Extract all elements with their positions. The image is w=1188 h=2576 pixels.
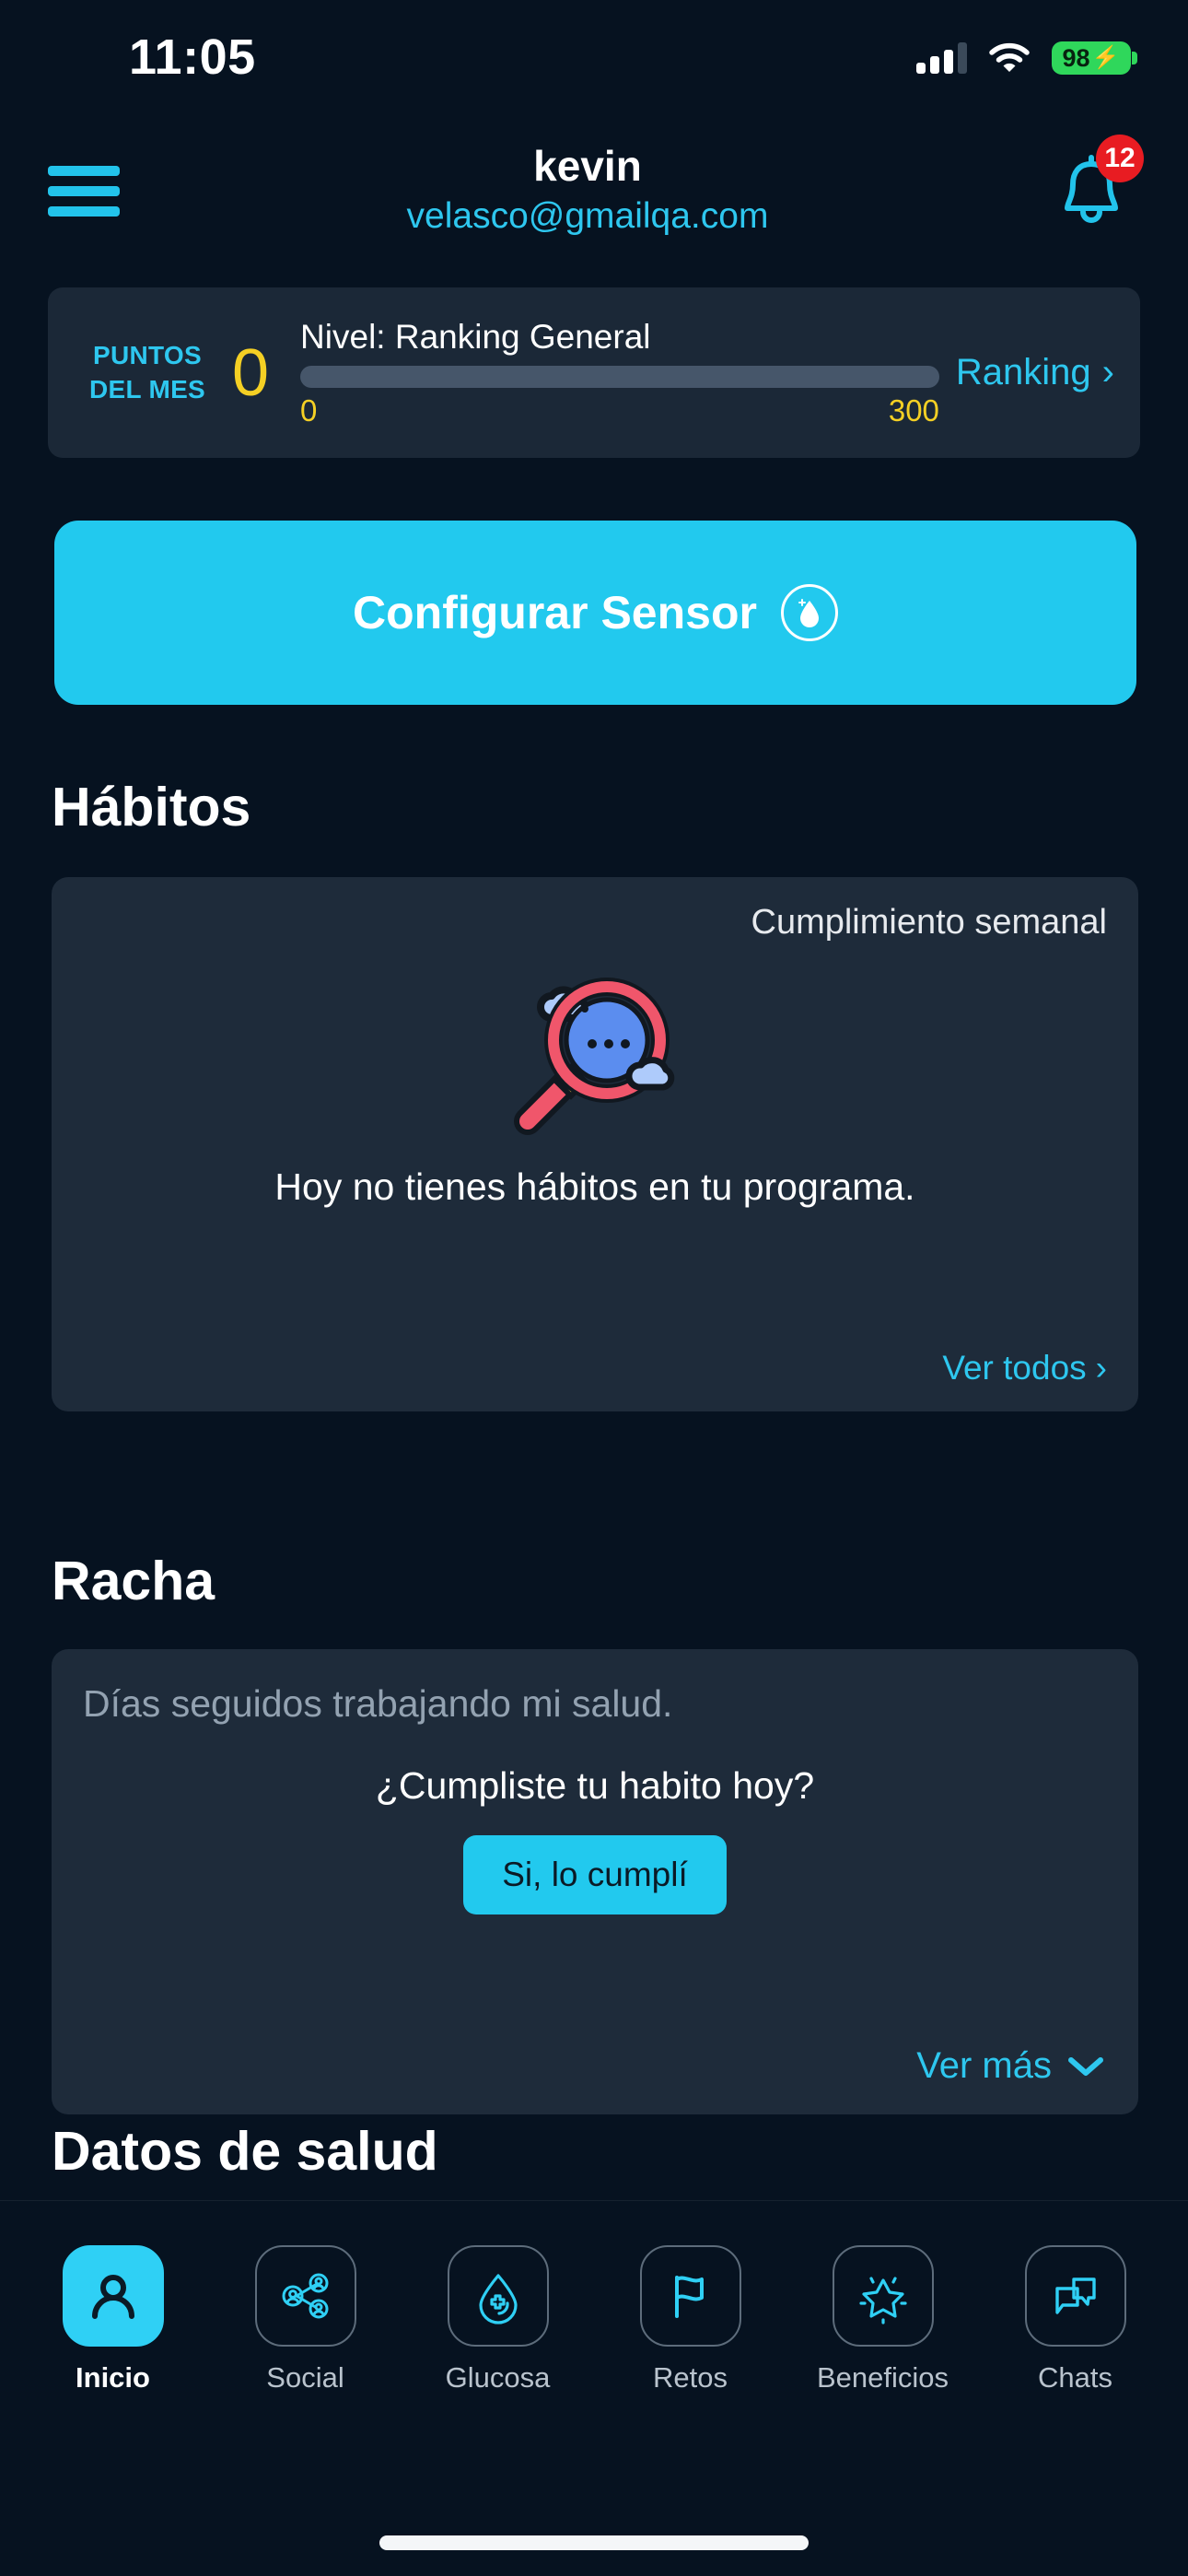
nav-label-inicio: Inicio — [76, 2361, 150, 2394]
notification-count-badge: 12 — [1096, 135, 1144, 182]
chevron-right-icon: › — [1095, 1349, 1107, 1387]
nav-label-chats: Chats — [1038, 2361, 1112, 2394]
sparkle-star-icon — [832, 2245, 934, 2347]
nav-item-beneficios[interactable]: Beneficios — [796, 2245, 971, 2395]
configure-sensor-button[interactable]: Configurar Sensor — [54, 521, 1136, 705]
expand-streak-label: Ver más — [916, 2045, 1052, 2086]
status-bar-indicators: 98 ⚡ — [916, 41, 1137, 75]
view-all-habits-label: Ver todos — [942, 1349, 1087, 1387]
health-data-section-clipped: Datos de salud — [0, 2124, 1188, 2205]
status-bar: 11:05 98 ⚡ — [0, 0, 1188, 101]
cellular-signal-icon — [916, 42, 967, 74]
configure-sensor-label: Configurar Sensor — [353, 587, 757, 638]
confirm-habit-button[interactable]: Si, lo cumplí — [463, 1835, 727, 1914]
points-label-line2: DEL MES — [88, 374, 206, 404]
level-label: Nivel: Ranking General — [300, 317, 651, 356]
nav-label-beneficios: Beneficios — [816, 2361, 949, 2394]
chat-bubbles-icon — [1024, 2245, 1126, 2347]
expand-streak-link[interactable]: Ver más — [916, 2045, 1105, 2087]
nav-label-glucosa: Glucosa — [445, 2361, 551, 2394]
chevron-down-icon — [1068, 2056, 1103, 2076]
bottom-navigation-bar: Inicio Social Glucosa Retos Beneficios C… — [0, 2200, 1188, 2576]
progress-max-value: 300 — [888, 392, 939, 427]
streak-section-title: Racha — [52, 1551, 215, 1611]
points-label-line1: PUNTOS — [93, 341, 202, 370]
nav-label-retos: Retos — [653, 2361, 728, 2394]
nav-item-inicio[interactable]: Inicio — [26, 2245, 201, 2395]
streak-question: ¿Cumpliste tu habito hoy? — [375, 1764, 815, 1807]
app-screen: 11:05 98 ⚡ kevin velasco@gmailqa.com 12 … — [0, 0, 1188, 2576]
user-name: kevin — [533, 142, 642, 190]
health-data-section-title: Datos de salud — [52, 2124, 438, 2182]
droplet-circle-icon — [780, 584, 838, 641]
chevron-right-icon: › — [1101, 352, 1114, 392]
flag-icon — [639, 2245, 741, 2347]
level-progress-endpoints: 0 300 — [300, 393, 939, 428]
habits-card: Cumplimiento semanal Hoy no tienes hábit… — [52, 877, 1138, 1411]
bolt-icon: ⚡ — [1091, 45, 1120, 70]
level-progress-block: Nivel: Ranking General 0 300 — [300, 318, 956, 428]
streak-card: Días seguidos trabajando mi salud. ¿Cump… — [52, 1649, 1138, 2114]
battery-indicator: 98 ⚡ — [1052, 41, 1137, 75]
nav-item-chats[interactable]: Chats — [988, 2245, 1163, 2395]
habits-section-title: Hábitos — [52, 777, 251, 837]
hamburger-menu-icon[interactable] — [48, 129, 120, 217]
points-value: 0 — [232, 335, 270, 410]
user-email[interactable]: velasco@gmailqa.com — [120, 196, 1055, 237]
magnifying-glass-search-illustration — [83, 963, 1107, 1138]
app-header: kevin velasco@gmailqa.com 12 — [0, 129, 1188, 258]
nav-item-glucosa[interactable]: Glucosa — [411, 2245, 586, 2395]
droplet-cross-icon — [447, 2245, 549, 2347]
user-identity-block: kevin velasco@gmailqa.com — [120, 142, 1055, 237]
status-bar-time: 11:05 — [129, 29, 256, 85]
nav-item-retos[interactable]: Retos — [603, 2245, 778, 2395]
notifications-button[interactable]: 12 — [1055, 129, 1144, 235]
nav-label-social: Social — [266, 2361, 344, 2394]
progress-min-value: 0 — [300, 392, 318, 427]
level-progress-bar — [300, 365, 939, 388]
nav-item-social[interactable]: Social — [218, 2245, 393, 2395]
streak-subtitle: Días seguidos trabajando mi salud. — [83, 1682, 673, 1725]
battery-level: 98 — [1062, 43, 1090, 72]
home-indicator — [379, 2535, 809, 2550]
ranking-link-label: Ranking — [955, 352, 1091, 392]
habits-empty-message: Hoy no tienes hábitos en tu programa. — [274, 1165, 915, 1208]
ranking-link[interactable]: Ranking › — [956, 352, 1114, 393]
wifi-icon — [989, 42, 1030, 72]
points-label: PUNTOS DEL MES — [74, 339, 221, 406]
person-icon — [62, 2245, 164, 2347]
view-all-habits-link[interactable]: Ver todos › — [942, 1349, 1107, 1388]
habits-card-header: Cumplimiento semanal — [751, 903, 1108, 942]
points-card: PUNTOS DEL MES 0 Nivel: Ranking General … — [48, 287, 1140, 458]
network-people-icon — [254, 2245, 356, 2347]
